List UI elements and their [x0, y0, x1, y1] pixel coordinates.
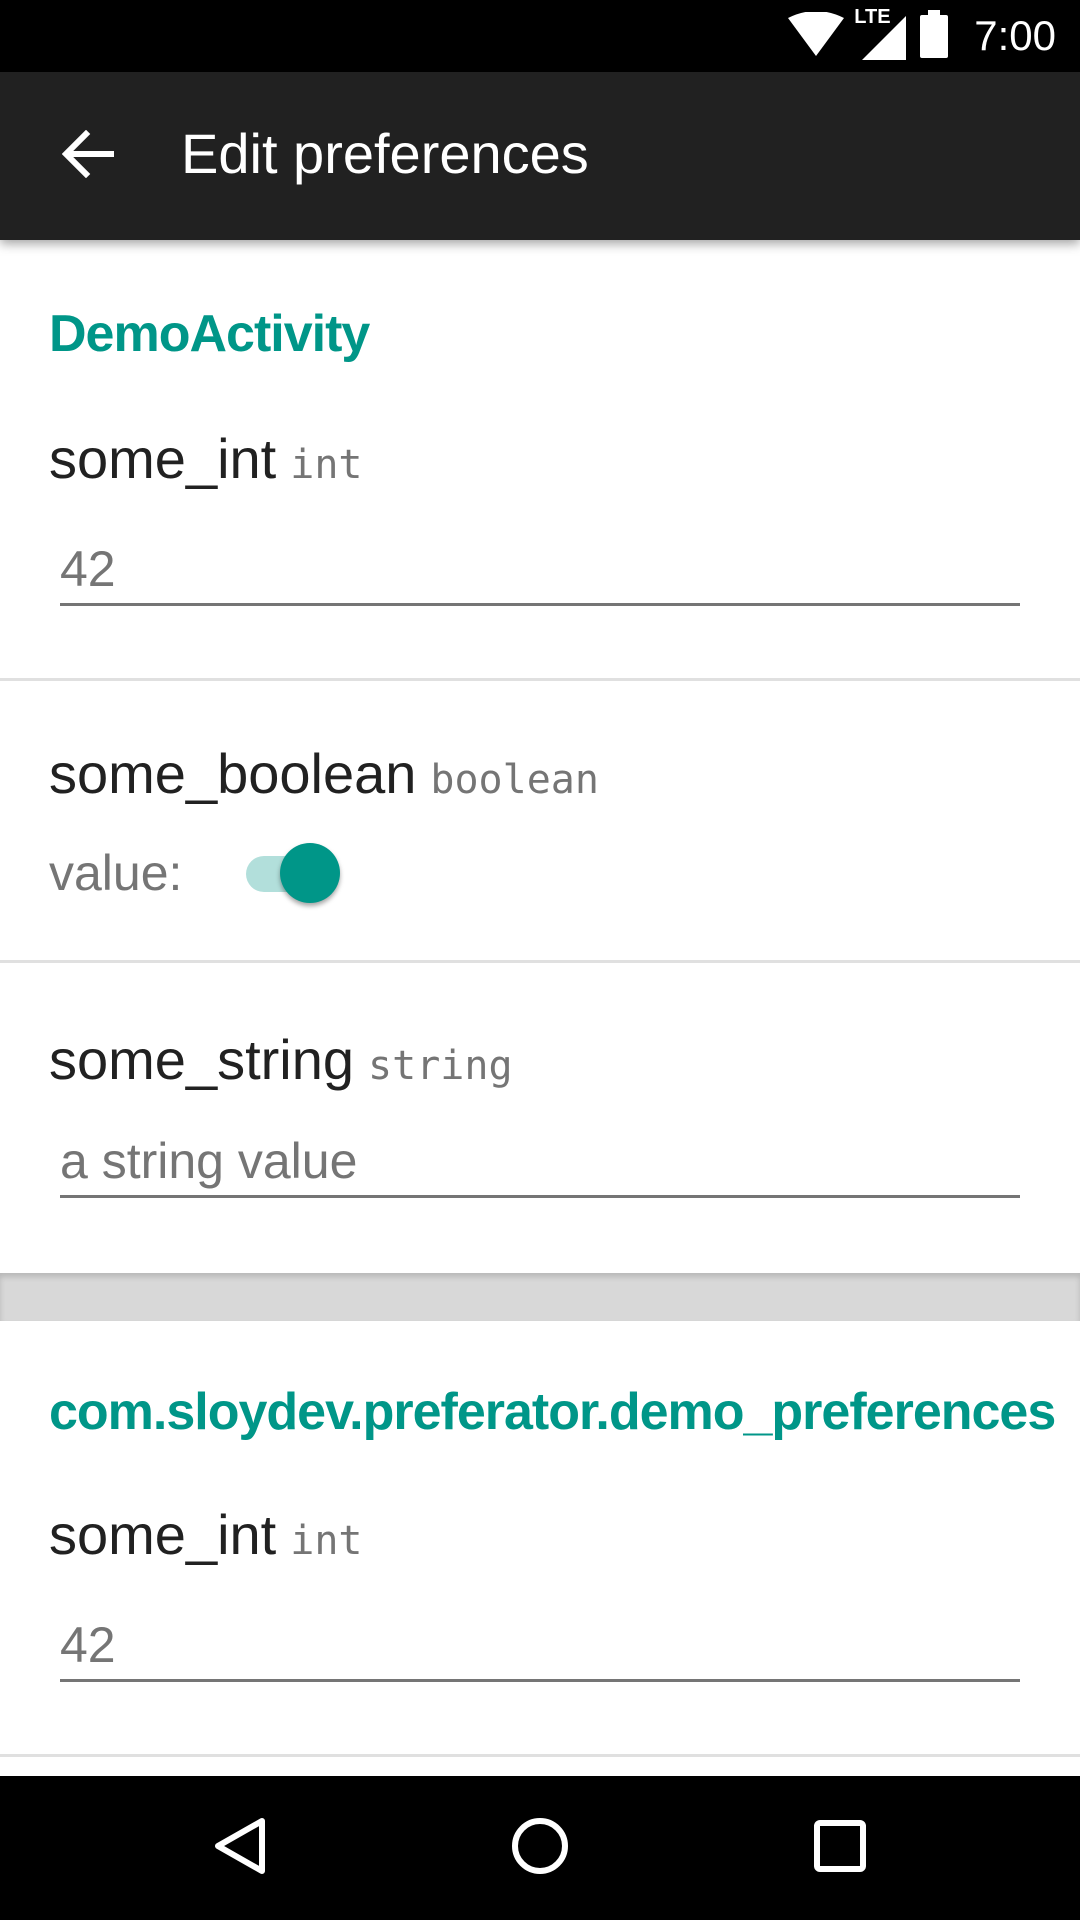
pref-item: some_int int — [0, 1321, 1080, 1761]
nav-home-button[interactable] — [490, 1798, 590, 1898]
pref-name-row: some_int int — [49, 1502, 362, 1567]
network-type-label: LTE — [854, 6, 891, 28]
value-label: value: — [49, 845, 183, 901]
section-separator — [0, 1273, 1080, 1321]
back-button[interactable] — [48, 116, 128, 196]
nav-back-button[interactable] — [190, 1798, 290, 1898]
app-bar: Edit preferences — [0, 72, 1080, 240]
pref-type: string — [368, 1043, 513, 1089]
pref-name: some_boolean — [49, 742, 417, 805]
pref-type: int — [290, 442, 363, 488]
battery-icon — [920, 9, 949, 63]
preferences-list[interactable]: DemoActivity some_intint some_booleanboo… — [0, 240, 1080, 1776]
status-time: 7:00 — [974, 12, 1056, 59]
cellular-lte-icon: LTE — [854, 6, 907, 60]
navigation-bar — [0, 1776, 1080, 1920]
arrow-back-icon — [61, 129, 115, 183]
nav-home-icon — [510, 1816, 570, 1881]
switch-thumb — [280, 843, 341, 903]
boolean-toggle-switch[interactable] — [240, 843, 341, 903]
pref-item: some_int int — [0, 240, 1080, 680]
pref-name: some_string — [49, 1028, 355, 1091]
int-value-input[interactable] — [60, 1610, 1020, 1682]
pref-type: boolean — [430, 757, 599, 803]
status-icons: LTE 7:00 — [788, 0, 1056, 72]
pref-name: some_int — [49, 1503, 277, 1566]
pref-item: some_boolean boolean value: — [0, 681, 1080, 963]
string-value-input[interactable] — [60, 1126, 1020, 1198]
int-value-input[interactable] — [60, 534, 1020, 606]
pref-item: some_string string — [0, 963, 1080, 1273]
pref-name-row: some_int int — [49, 426, 362, 491]
status-bar: LTE 7:00 — [0, 0, 1080, 72]
divider — [0, 1754, 1080, 1757]
nav-recents-button[interactable] — [790, 1798, 890, 1898]
section-card: com.sloydev.preferator.demo_preferences … — [0, 1321, 1080, 1776]
wifi-icon — [788, 10, 845, 61]
nav-recents-icon — [812, 1818, 868, 1879]
page-title: Edit preferences — [181, 122, 589, 185]
pref-type: int — [290, 1518, 363, 1564]
boolean-value-row: value: — [49, 843, 341, 903]
nav-back-icon — [212, 1816, 268, 1881]
pref-name: some_int — [49, 427, 277, 490]
pref-name-row: some_string string — [49, 1027, 513, 1092]
pref-name-row: some_boolean boolean — [49, 741, 599, 806]
section-card: DemoActivity some_intint some_booleanboo… — [0, 240, 1080, 1273]
